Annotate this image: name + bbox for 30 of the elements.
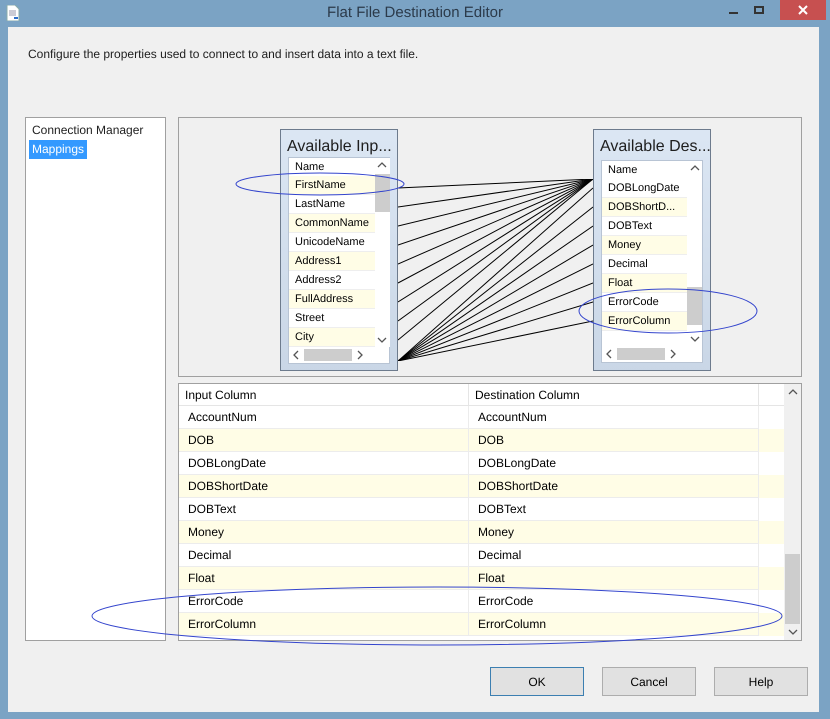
dialog-button[interactable]: Help — [714, 667, 808, 696]
dialog-button[interactable]: Cancel — [602, 667, 696, 696]
scrollbar-thumb[interactable] — [687, 287, 702, 325]
list-item[interactable]: FullAddress — [289, 290, 375, 309]
scrollbar-thumb[interactable] — [304, 348, 352, 361]
list-item[interactable]: DOBShortD... — [602, 198, 687, 217]
vertical-scrollbar[interactable] — [784, 384, 801, 640]
document-icon — [6, 5, 20, 21]
list-item[interactable]: Money — [602, 236, 687, 255]
scrollbar-thumb[interactable] — [617, 348, 665, 360]
list-item[interactable]: Float — [602, 274, 687, 293]
list-item[interactable]: City — [289, 328, 375, 347]
close-button[interactable] — [780, 0, 826, 20]
list-item[interactable]: ErrorColumn — [602, 312, 687, 331]
column-header[interactable]: Input Column — [179, 384, 469, 405]
list-item[interactable]: FirstName — [289, 176, 375, 195]
table-cell: ErrorColumn — [469, 613, 759, 636]
column-header[interactable]: Destination Column — [469, 384, 759, 405]
vertical-scrollbar[interactable] — [374, 158, 390, 347]
list-item[interactable]: Address1 — [289, 252, 375, 271]
close-icon[interactable] — [798, 5, 808, 15]
description-text: Configure the properties used to connect to and insert data into a text file. — [28, 46, 418, 63]
dialog-button[interactable]: OK — [490, 667, 584, 696]
window-title: Flat File Destination Editor — [327, 2, 503, 23]
list-item[interactable]: CommonName — [289, 214, 375, 233]
sidebar-item[interactable]: Connection Manager — [29, 121, 146, 140]
table-cell: ErrorColumn — [179, 613, 469, 636]
panel-title: Available Inp... — [286, 137, 393, 157]
scrollbar-thumb[interactable] — [785, 554, 800, 624]
panel-title: Available Des... — [599, 137, 710, 157]
